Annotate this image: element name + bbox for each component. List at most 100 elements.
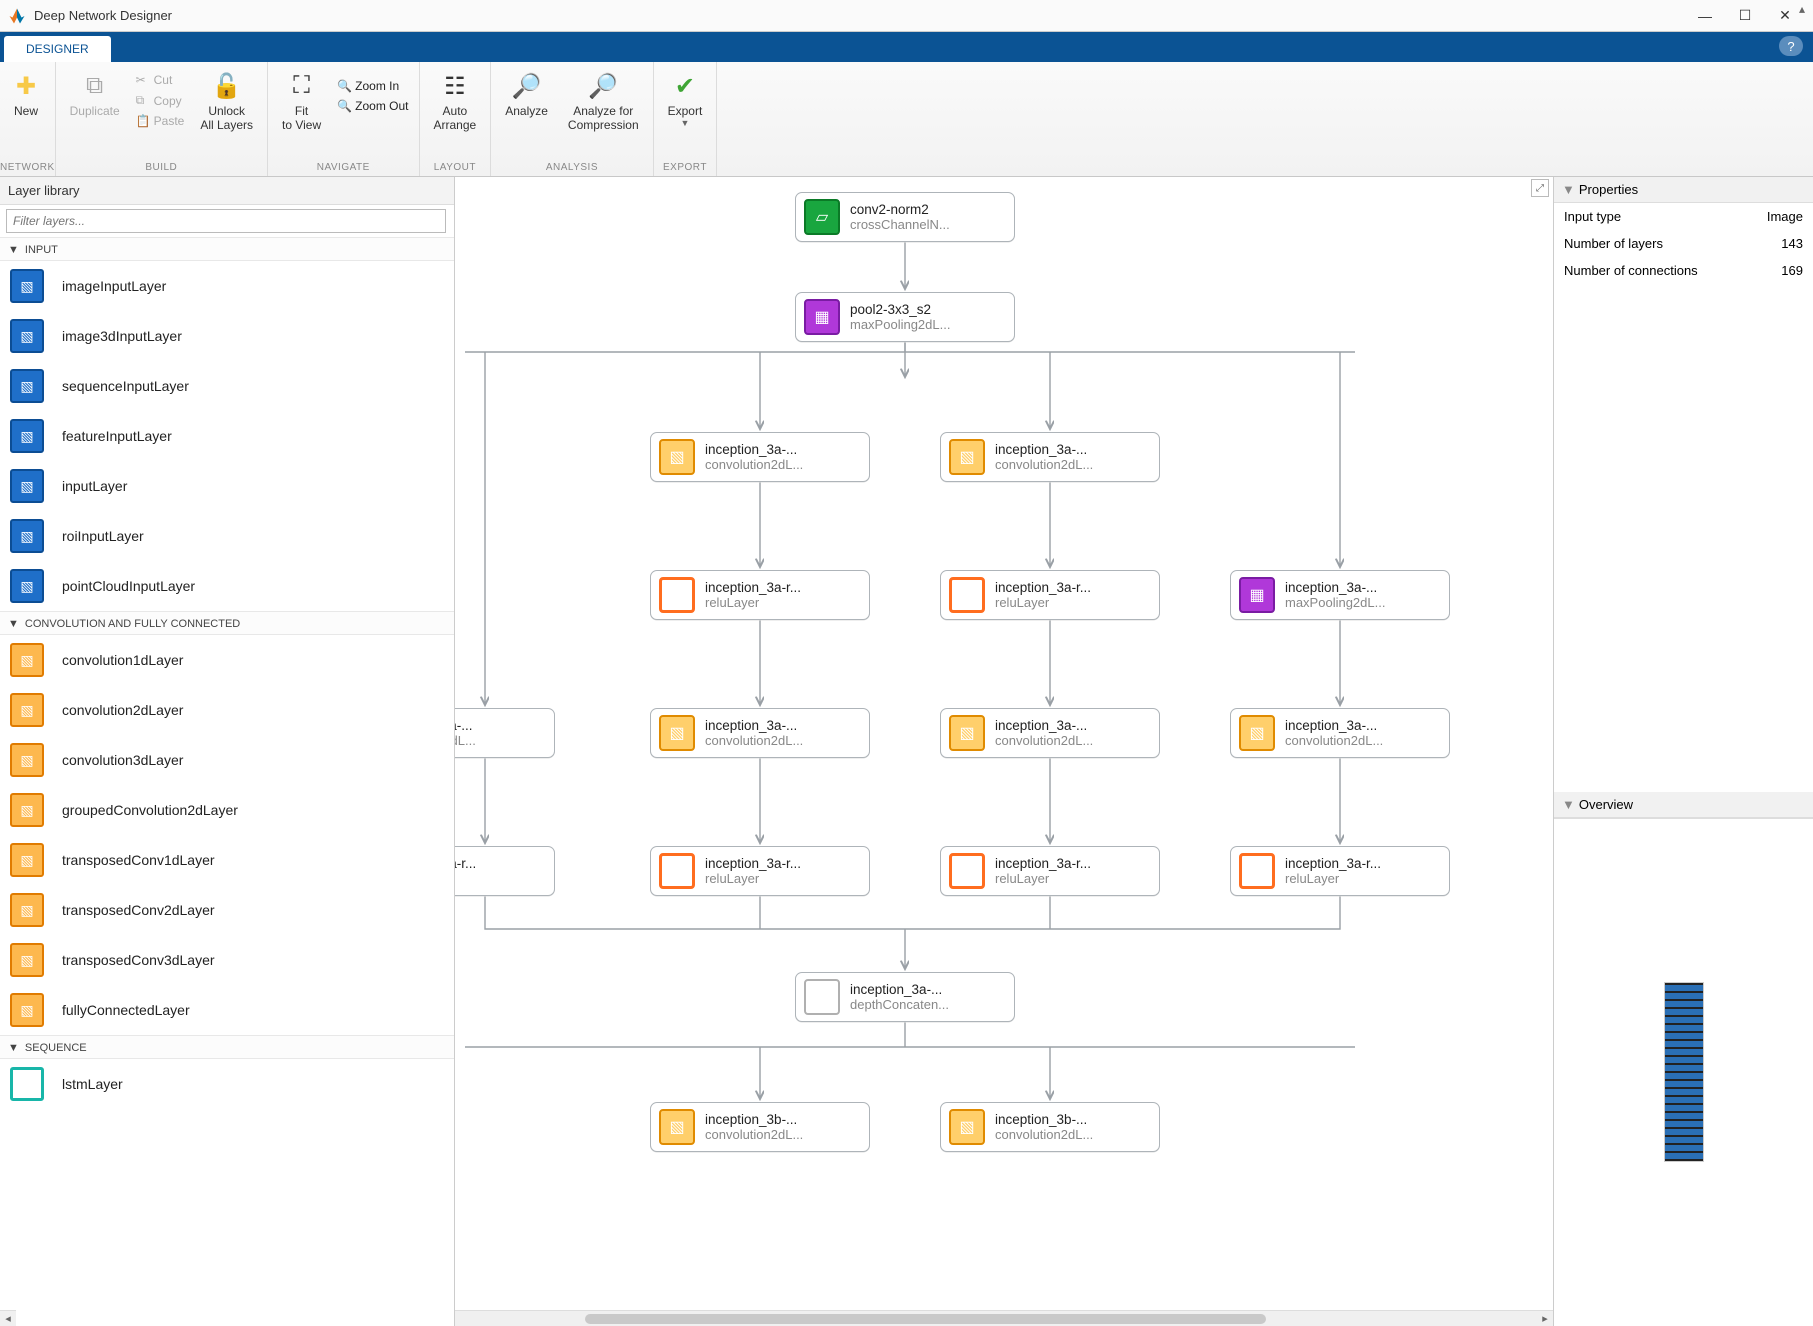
node-r2b[interactable]: ◺inception_3a-r...reluLayer [940, 570, 1160, 620]
node-r4c[interactable]: ◺inception_3a-r...reluLayer [1230, 846, 1450, 896]
layer-item[interactable]: ▧fullyConnectedLayer [0, 985, 454, 1035]
tabstrip: DESIGNER ? [0, 32, 1813, 62]
maximize-button[interactable]: ☐ [1725, 2, 1765, 30]
filter-layers-input[interactable] [6, 209, 446, 233]
layer-type-icon: ▧ [10, 469, 44, 503]
tab-designer[interactable]: DESIGNER [4, 36, 111, 62]
new-button[interactable]: ✚ New [4, 66, 48, 118]
node-r3c[interactable]: ▧inception_3a-...convolution2dL... [1230, 708, 1450, 758]
unlock-layers-button[interactable]: 🔓 Unlock All Layers [190, 66, 263, 132]
layer-type-icon: ▧ [10, 743, 44, 777]
zoom-in-button[interactable]: 🔍Zoom In [331, 76, 414, 96]
layer-item-label: convolution2dLayer [62, 702, 183, 718]
auto-arrange-button[interactable]: ☷ Auto Arrange [424, 66, 487, 132]
layer-type-icon: ▧ [10, 793, 44, 827]
layer-item[interactable]: ▧ convolution2dLayer [0, 685, 454, 735]
properties-header[interactable]: ▼Properties [1554, 177, 1813, 203]
section-conv[interactable]: ▼CONVOLUTION AND FULLY CONNECTED [0, 611, 454, 635]
layer-item[interactable]: ▧ groupedConvolution2dLayer [0, 785, 454, 835]
node-concat[interactable]: ▣inception_3a-...depthConcaten... [795, 972, 1015, 1022]
collapse-toolstrip-icon[interactable]: ▴ [1793, 2, 1811, 20]
layer-item[interactable]: ▧transposedConv3dLayer [0, 935, 454, 985]
chevron-down-icon: ▼ [8, 244, 19, 256]
node-r1a[interactable]: ▧inception_3a-...convolution2dL... [650, 432, 870, 482]
chevron-down-icon: ▼ [8, 618, 19, 630]
conv-layer-icon: ▧ [659, 1109, 695, 1145]
node-r5b[interactable]: ▧inception_3b-...convolution2dL... [940, 1102, 1160, 1152]
zoom-out-button[interactable]: 🔍Zoom Out [331, 96, 414, 116]
analyze-label: Analyze [505, 104, 548, 118]
node-r4a[interactable]: ◺inception_3a-r...reluLayer [650, 846, 870, 896]
layer-item-label: convolution3dLayer [62, 752, 183, 768]
group-layout-label: LAYOUT [420, 160, 491, 176]
duplicate-button: ⧉ Duplicate [60, 66, 130, 118]
plus-icon: ✚ [16, 70, 36, 102]
layer-item-label: sequenceInputLayer [62, 378, 189, 394]
unlock-l1: Unlock [208, 104, 245, 118]
node-r5a[interactable]: ▧inception_3b-...convolution2dL... [650, 1102, 870, 1152]
check-icon: ✔ [675, 70, 695, 102]
overview-header[interactable]: ▼Overview [1554, 792, 1813, 818]
group-network-label: NETWORK [0, 160, 55, 176]
group-navigate-label: NAVIGATE [268, 160, 419, 176]
layer-type-icon: ▧ [10, 993, 44, 1027]
overview-thumbnail[interactable] [1554, 818, 1813, 1326]
layer-library-panel: Layer library ▼INPUT ▧imageInputLayer▧im… [0, 177, 455, 1326]
layer-item[interactable]: ▧lstmLayer [0, 1059, 454, 1109]
hscroll-right-arrow[interactable]: ▸ [1537, 1312, 1553, 1325]
layer-item[interactable]: ▧convolution1dLayer [0, 635, 454, 685]
layer-item[interactable]: ▧transposedConv2dLayer [0, 885, 454, 935]
node-r3a[interactable]: ▧inception_3a-...convolution2dL... [650, 708, 870, 758]
help-icon[interactable]: ? [1779, 36, 1803, 56]
minimize-button[interactable]: — [1685, 2, 1725, 30]
analyze-button[interactable]: 🔎 Analyze [495, 66, 558, 118]
design-canvas[interactable]: ⤢ [455, 177, 1553, 1326]
node-pool2[interactable]: ▦pool2-3x3_s2maxPooling2dL... [795, 292, 1015, 342]
node-r3b[interactable]: ▧inception_3a-...convolution2dL... [940, 708, 1160, 758]
compress-l2: Compression [568, 118, 639, 132]
hscroll-left-arrow[interactable]: ◂ [0, 1310, 16, 1326]
lock-icon: 🔓 [212, 70, 242, 102]
layer-type-icon: ▧ [10, 693, 44, 727]
canvas-hscrollbar[interactable]: ▸ [455, 1310, 1553, 1326]
layer-item[interactable]: ▧ convolution3dLayer [0, 735, 454, 785]
property-row: Number of layers143 [1554, 230, 1813, 257]
node-r1b[interactable]: ▧inception_3a-...convolution2dL... [940, 432, 1160, 482]
layer-item-label: groupedConvolution2dLayer [62, 802, 238, 818]
export-button[interactable]: ✔ Export ▼ [658, 66, 713, 128]
copy-icon: ⧉ [136, 93, 154, 108]
layer-item[interactable]: ▧imageInputLayer [0, 261, 454, 311]
layer-item[interactable]: ▧roiInputLayer [0, 511, 454, 561]
analyze-compress-button[interactable]: 🔎 Analyze for Compression [558, 66, 649, 132]
node-conv2-norm2[interactable]: ▱conv2-norm2crossChannelN... [795, 192, 1015, 242]
layer-item[interactable]: ▧image3dInputLayer [0, 311, 454, 361]
property-key: Number of layers [1564, 236, 1663, 251]
layer-type-icon: ▧ [10, 319, 44, 353]
fit-view-button[interactable]: ⛶ Fit to View [272, 66, 331, 132]
fit-l2: to View [282, 118, 321, 132]
analyze-icon: 🔎 [512, 70, 542, 102]
layer-item[interactable]: ▧inputLayer [0, 461, 454, 511]
layer-item[interactable]: ▧pointCloudInputLayer [0, 561, 454, 611]
cut-button: ✂Cut [130, 70, 191, 90]
node-r4z[interactable]: ◺ption_3a-r...Layer [455, 846, 555, 896]
layer-item[interactable]: ▧sequenceInputLayer [0, 361, 454, 411]
layer-item-label: featureInputLayer [62, 428, 172, 444]
group-build-label: BUILD [56, 160, 267, 176]
node-r2c[interactable]: ▦inception_3a-...maxPooling2dL... [1230, 570, 1450, 620]
node-r2a[interactable]: ◺inception_3a-r...reluLayer [650, 570, 870, 620]
section-sequence[interactable]: ▼SEQUENCE [0, 1035, 454, 1059]
auto-l1: Auto [443, 104, 468, 118]
hscroll-thumb[interactable] [585, 1314, 1266, 1324]
node-r3z[interactable]: ▧ption_3a-...olution2dL... [455, 708, 555, 758]
norm-layer-icon: ▱ [804, 199, 840, 235]
relu-layer-icon: ◺ [949, 853, 985, 889]
layer-item[interactable]: ▧transposedConv1dLayer [0, 835, 454, 885]
copy-button: ⧉Copy [130, 90, 191, 111]
node-r4b[interactable]: ◺inception_3a-r...reluLayer [940, 846, 1160, 896]
layer-library-scroll[interactable]: ▼INPUT ▧imageInputLayer▧image3dInputLaye… [0, 237, 454, 1326]
export-label: Export [668, 104, 703, 118]
layer-item[interactable]: ▧featureInputLayer [0, 411, 454, 461]
duplicate-label: Duplicate [70, 104, 120, 118]
section-input[interactable]: ▼INPUT [0, 237, 454, 261]
